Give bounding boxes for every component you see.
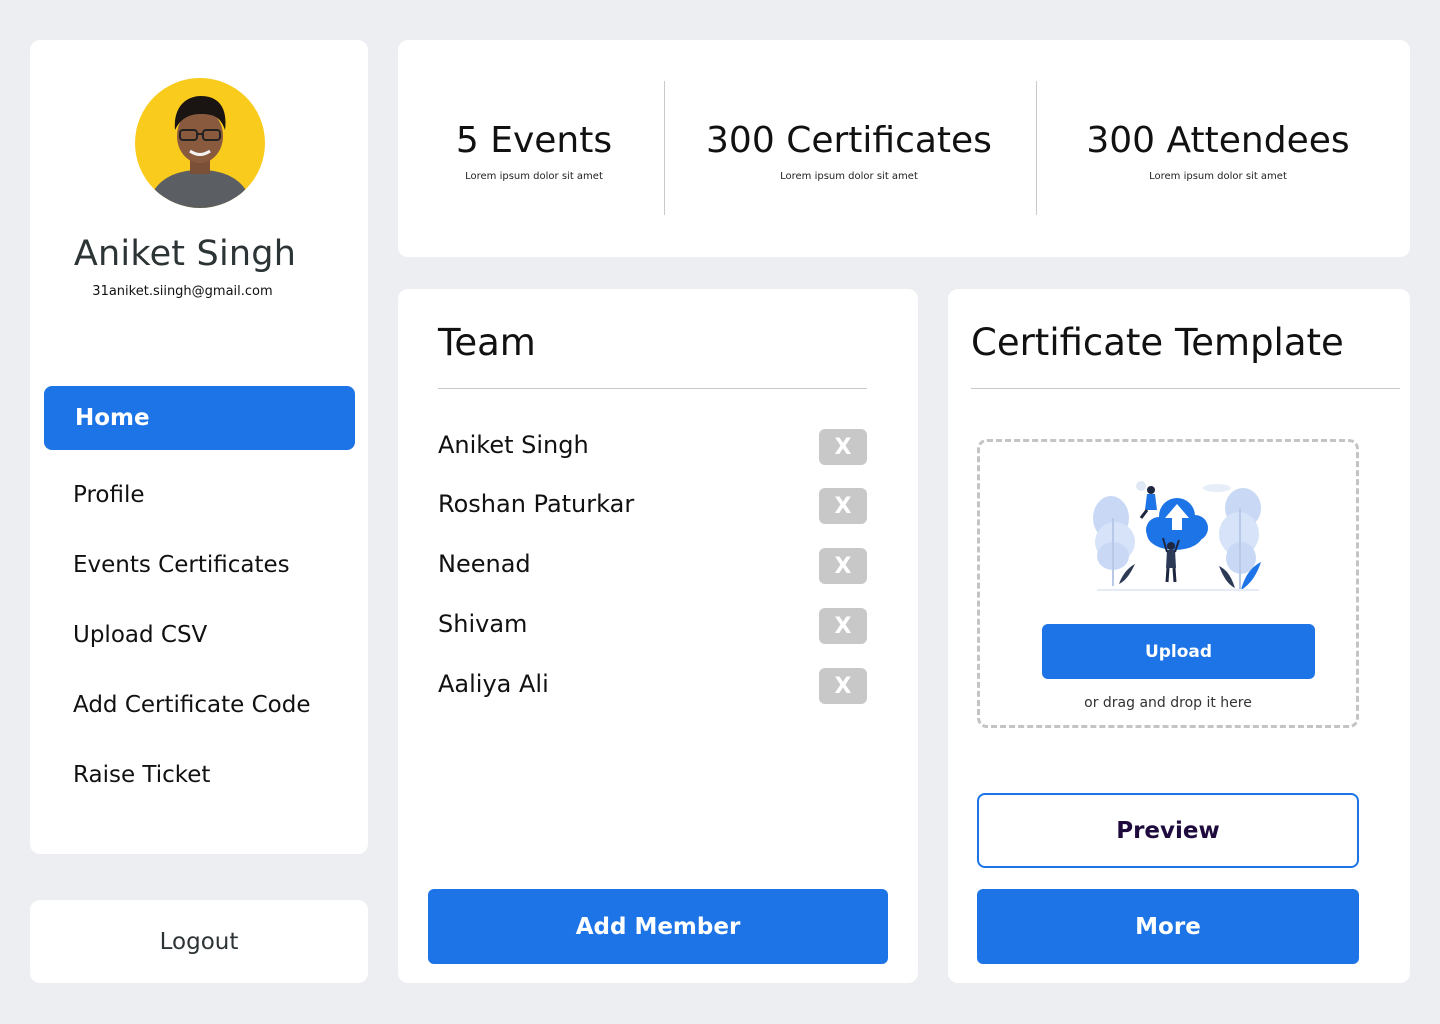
remove-member-button[interactable]: X xyxy=(819,608,867,644)
upload-dropzone[interactable]: Upload or drag and drop it here xyxy=(977,439,1359,728)
stats-card: 5 Events Lorem ipsum dolor sit amet 300 … xyxy=(398,40,1410,257)
member-name: Shivam xyxy=(438,610,528,638)
upload-button[interactable]: Upload xyxy=(1042,624,1315,679)
team-member-row: Aniket Singh X xyxy=(438,429,867,465)
certificate-template-card: Certificate Template Upload or drag and … xyxy=(948,289,1410,983)
template-divider xyxy=(971,388,1400,389)
stat-certificates: 300 Certificates Lorem ipsum dolor sit a… xyxy=(694,120,1004,182)
remove-member-button[interactable]: X xyxy=(819,488,867,524)
sidebar: Aniket Singh 31aniket.siingh@gmail.com H… xyxy=(30,40,368,854)
member-name: Aaliya Ali xyxy=(438,670,549,698)
add-member-button[interactable]: Add Member xyxy=(428,889,888,964)
certificate-template-title: Certificate Template xyxy=(971,321,1344,364)
team-member-row: Shivam X xyxy=(438,608,867,644)
team-divider xyxy=(438,388,867,389)
sidebar-item-add-certificate-code[interactable]: Add Certificate Code xyxy=(44,673,355,737)
sidebar-item-upload-csv[interactable]: Upload CSV xyxy=(44,603,355,667)
stat-description: Lorem ipsum dolor sit amet xyxy=(1149,171,1287,182)
remove-member-button[interactable]: X xyxy=(819,429,867,465)
sidebar-item-raise-ticket[interactable]: Raise Ticket xyxy=(44,743,355,807)
user-email: 31aniket.siingh@gmail.com xyxy=(92,284,273,299)
remove-member-button[interactable]: X xyxy=(819,548,867,584)
logout-card: Logout xyxy=(30,900,368,983)
member-name: Roshan Paturkar xyxy=(438,490,635,518)
stat-description: Lorem ipsum dolor sit amet xyxy=(465,171,603,182)
stat-description: Lorem ipsum dolor sit amet xyxy=(780,171,918,182)
sidebar-item-home[interactable]: Home xyxy=(44,386,355,450)
team-member-row: Roshan Paturkar X xyxy=(438,488,867,524)
upload-illustration-icon xyxy=(1093,481,1261,591)
avatar xyxy=(135,78,265,208)
stat-attendees: 300 Attendees Lorem ipsum dolor sit amet xyxy=(1068,120,1368,182)
preview-button[interactable]: Preview xyxy=(977,793,1359,868)
stat-value: 5 Events xyxy=(455,120,613,161)
team-title: Team xyxy=(438,321,536,364)
drop-hint: or drag and drop it here xyxy=(1084,695,1252,711)
remove-member-button[interactable]: X xyxy=(819,668,867,704)
user-name: Aniket Singh xyxy=(73,234,297,274)
more-button[interactable]: More xyxy=(977,889,1359,964)
stat-divider xyxy=(664,81,665,215)
avatar-photo xyxy=(147,96,253,208)
team-member-row: Neenad X xyxy=(438,548,867,584)
stat-divider xyxy=(1036,81,1037,215)
sidebar-item-events-certificates[interactable]: Events Certificates xyxy=(44,533,355,597)
member-name: Aniket Singh xyxy=(438,431,589,459)
member-name: Neenad xyxy=(438,550,531,578)
stat-value: 300 Attendees xyxy=(1086,120,1350,161)
stat-events: 5 Events Lorem ipsum dolor sit amet xyxy=(434,120,634,182)
sidebar-item-profile[interactable]: Profile xyxy=(44,463,355,527)
team-member-row: Aaliya Ali X xyxy=(438,668,867,704)
stat-value: 300 Certificates xyxy=(706,120,992,161)
team-card: Team Aniket Singh X Roshan Paturkar X Ne… xyxy=(398,289,918,983)
logout-button[interactable]: Logout xyxy=(30,900,368,983)
